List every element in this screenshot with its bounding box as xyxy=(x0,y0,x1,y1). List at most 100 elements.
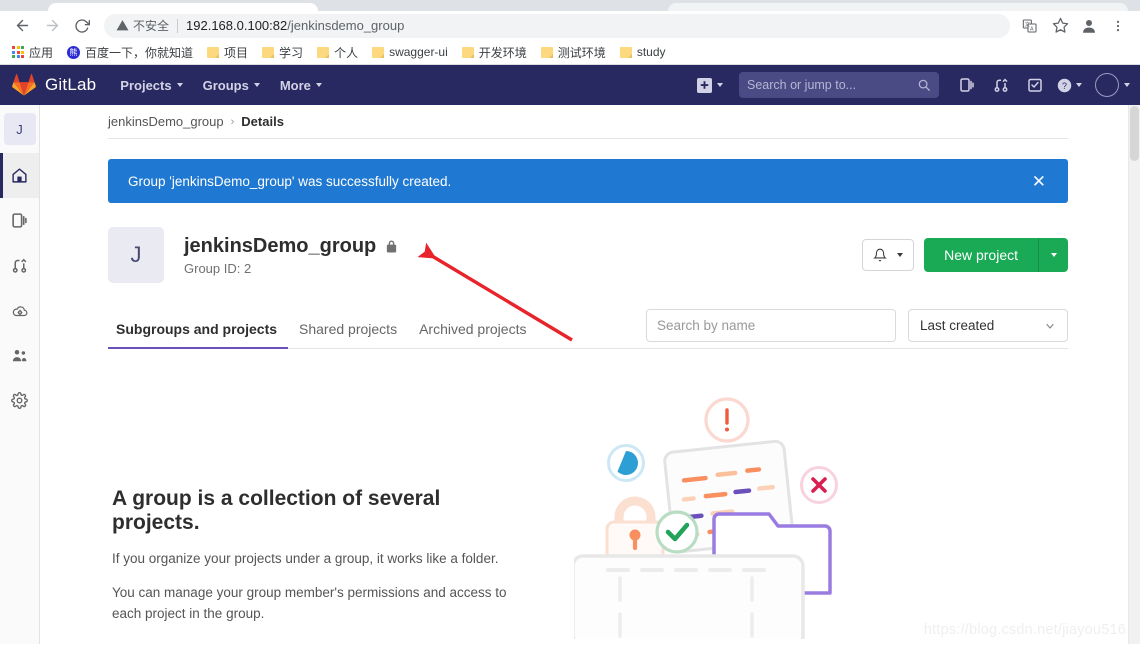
gear-icon xyxy=(11,392,28,409)
profile-avatar-icon[interactable] xyxy=(1076,13,1102,39)
folder-icon xyxy=(262,46,275,58)
project-tabs: Subgroups and projects Shared projects A… xyxy=(108,309,1068,349)
merge-request-icon xyxy=(12,258,27,273)
group-avatar: J xyxy=(108,227,164,283)
issues-icon xyxy=(12,213,27,228)
gitlab-logo-link[interactable]: GitLab xyxy=(12,73,96,97)
sidebar-group-avatar-row[interactable]: J xyxy=(0,105,39,153)
search-by-name-input[interactable]: Search by name xyxy=(646,309,896,342)
bookmark-folder[interactable]: 测试环境 xyxy=(535,42,612,63)
merge-requests-button[interactable] xyxy=(987,71,1015,99)
browser-tab[interactable] xyxy=(668,3,1128,11)
group-illustration xyxy=(571,397,838,644)
bookmark-label: 百度一下，你就知道 xyxy=(85,45,194,60)
alert-close-button[interactable]: ✕ xyxy=(1026,169,1052,194)
browser-tab[interactable] xyxy=(48,3,318,11)
chevron-down-icon xyxy=(1075,83,1082,87)
gitlab-top-navbar: GitLab Projects Groups More Search or ju… xyxy=(0,65,1140,105)
group-sidebar: J xyxy=(0,105,40,644)
bookmark-folder[interactable]: swagger-ui xyxy=(366,43,454,61)
nav-groups[interactable]: Groups xyxy=(203,78,260,93)
tab-shared-projects[interactable]: Shared projects xyxy=(288,321,408,348)
empty-state-paragraph-1: If you organize your projects under a gr… xyxy=(112,551,499,566)
svg-text:A: A xyxy=(1030,26,1034,32)
bookmark-baidu[interactable]: 熊 百度一下，你就知道 xyxy=(61,42,199,63)
tab-subgroups-and-projects[interactable]: Subgroups and projects xyxy=(108,321,289,349)
back-button[interactable] xyxy=(8,12,36,40)
group-actions: New project xyxy=(862,238,1068,272)
sidebar-item-issues[interactable] xyxy=(0,198,39,243)
new-project-dropdown-button[interactable] xyxy=(1038,238,1068,272)
empty-state-text: A group is a collection of several proje… xyxy=(112,389,532,638)
page-scrollbar[interactable] xyxy=(1128,105,1140,644)
baidu-icon: 熊 xyxy=(67,45,81,59)
folder-icon xyxy=(372,46,385,58)
avatar: J xyxy=(3,113,36,145)
bookmark-folder[interactable]: 个人 xyxy=(311,42,364,63)
omnibox-url: 192.168.0.100:82/jenkinsdemo_group xyxy=(186,18,404,33)
chevron-down-icon xyxy=(1124,83,1130,87)
empty-state-paragraph-2: You can manage your group member's permi… xyxy=(112,584,507,621)
chevron-down-icon xyxy=(717,83,723,87)
issues-button[interactable] xyxy=(953,71,981,99)
notification-dropdown-button[interactable] xyxy=(862,239,915,271)
bookmark-label: 应用 xyxy=(29,45,54,60)
warning-triangle-icon xyxy=(116,20,129,31)
url-host: 192.168.0.100:82 xyxy=(186,18,288,33)
chevron-down-icon xyxy=(176,83,183,87)
alert-message: Group 'jenkinsDemo_group' was successful… xyxy=(128,173,452,189)
bookmark-apps[interactable]: 应用 xyxy=(6,42,59,63)
translate-icon[interactable]: 文A xyxy=(1016,12,1044,40)
browser-toolbar-actions: 文A xyxy=(1016,12,1132,40)
chevron-down-icon xyxy=(1046,323,1054,329)
empty-state: A group is a collection of several proje… xyxy=(40,389,1140,644)
search-input[interactable]: Search or jump to... xyxy=(739,72,939,98)
merge-requests-icon xyxy=(994,78,1008,92)
chrome-menu-icon[interactable] xyxy=(1104,12,1132,40)
help-button[interactable]: ? xyxy=(1055,71,1083,99)
scrollbar-thumb[interactable] xyxy=(1130,106,1139,161)
bell-icon xyxy=(873,248,888,262)
bookmark-star-icon[interactable] xyxy=(1046,12,1074,40)
nav-more[interactable]: More xyxy=(280,78,322,93)
sidebar-item-kubernetes[interactable] xyxy=(0,288,39,333)
security-warning[interactable]: 不安全 xyxy=(116,17,169,34)
issues-icon xyxy=(960,78,974,92)
sidebar-item-merge-requests[interactable] xyxy=(0,243,39,288)
user-menu[interactable] xyxy=(1089,73,1130,97)
group-header: J jenkinsDemo_group Group ID: 2 New proj… xyxy=(108,227,1068,283)
security-label: 不安全 xyxy=(133,19,170,33)
empty-state-illustration xyxy=(571,389,874,644)
home-icon xyxy=(12,168,27,183)
sort-select[interactable]: Last created xyxy=(908,309,1068,342)
lock-icon xyxy=(387,239,397,253)
svg-text:?: ? xyxy=(1062,80,1067,90)
breadcrumb-root[interactable]: jenkinsDemo_group xyxy=(108,114,224,129)
omnibox[interactable]: 不安全 192.168.0.100:82/jenkinsdemo_group xyxy=(104,13,1010,38)
forward-button[interactable] xyxy=(38,12,66,40)
search-placeholder: Search or jump to... xyxy=(747,78,857,92)
page-title: jenkinsDemo_group xyxy=(184,235,398,258)
bookmark-folder[interactable]: 开发环境 xyxy=(456,42,533,63)
sidebar-item-settings[interactable] xyxy=(0,378,39,423)
sidebar-item-overview[interactable] xyxy=(0,153,39,198)
sidebar-item-members[interactable] xyxy=(0,333,39,378)
new-dropdown-button[interactable] xyxy=(691,74,729,97)
bookmark-folder[interactable]: 学习 xyxy=(256,42,309,63)
bookmark-folder[interactable]: 项目 xyxy=(201,42,254,63)
todos-icon xyxy=(1028,78,1042,92)
gitlab-tanuki-icon xyxy=(12,73,36,96)
content-inner: jenkinsDemo_group › Details Group 'jenki… xyxy=(40,105,1140,349)
bookmark-folder[interactable]: study xyxy=(614,43,672,61)
nav-more-label: More xyxy=(279,77,311,93)
nav-projects-label: Projects xyxy=(120,77,172,93)
new-project-button[interactable]: New project xyxy=(924,238,1038,272)
todos-button[interactable] xyxy=(1021,71,1049,99)
tab-archived-projects[interactable]: Archived projects xyxy=(408,321,537,348)
sort-value: Last created xyxy=(920,318,995,333)
bookmark-label: swagger-ui xyxy=(389,45,448,59)
reload-button[interactable] xyxy=(68,12,96,40)
breadcrumb-separator: › xyxy=(230,115,235,128)
gitlab-brand-text: GitLab xyxy=(45,75,97,94)
nav-projects[interactable]: Projects xyxy=(120,77,183,93)
